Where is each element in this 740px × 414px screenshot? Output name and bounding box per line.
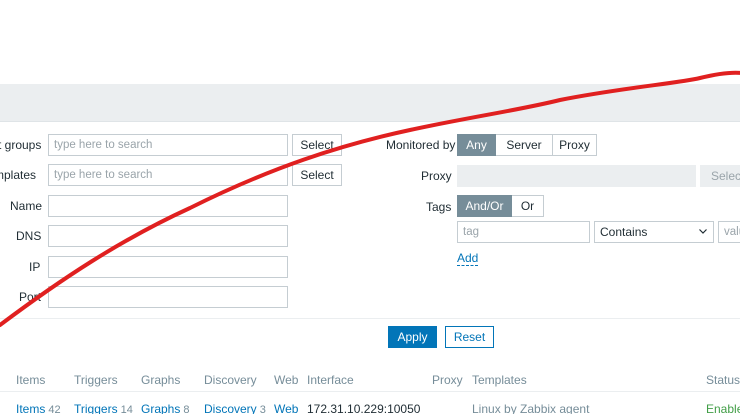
- port-label: Port: [19, 290, 42, 304]
- templates-select-button[interactable]: Select: [292, 164, 342, 186]
- tag-condition-select[interactable]: Contains: [594, 221, 714, 243]
- tags-label: Tags: [426, 200, 452, 214]
- tags-operator-toggle: And/Or Or: [457, 195, 544, 217]
- column-triggers[interactable]: Triggers: [74, 373, 118, 387]
- graphs-link-label: Graphs: [141, 402, 181, 414]
- host-groups-label: t groups: [0, 138, 42, 152]
- proxy-input: [457, 165, 696, 187]
- tags-operator-and-or[interactable]: And/Or: [457, 195, 512, 217]
- monitored-by-toggle: Any Server Proxy: [457, 134, 597, 156]
- row-template-link[interactable]: Linux by Zabbix agent: [472, 402, 589, 414]
- column-items[interactable]: Items: [16, 373, 45, 387]
- tags-operator-or[interactable]: Or: [512, 195, 544, 217]
- apply-button[interactable]: Apply: [388, 326, 437, 348]
- monitored-by-proxy[interactable]: Proxy: [553, 134, 597, 156]
- monitored-by-any[interactable]: Any: [457, 134, 496, 156]
- ip-input[interactable]: [48, 256, 288, 278]
- row-items-link[interactable]: Items 42: [16, 402, 61, 414]
- column-proxy[interactable]: Proxy: [432, 373, 463, 387]
- row-web-link[interactable]: Web: [274, 402, 298, 414]
- name-input[interactable]: [48, 195, 288, 217]
- port-input[interactable]: [48, 286, 288, 308]
- chevron-down-icon: [699, 229, 707, 234]
- row-discovery-link[interactable]: Discovery 3: [204, 402, 266, 414]
- name-label: Name: [10, 199, 43, 213]
- graphs-count: 8: [183, 404, 190, 414]
- tag-name-input[interactable]: [457, 221, 590, 243]
- triggers-count: 14: [120, 404, 133, 414]
- monitored-by-label: Monitored by: [386, 138, 456, 152]
- row-status-toggle[interactable]: Enable: [706, 402, 740, 414]
- items-count: 42: [48, 404, 61, 414]
- host-groups-select-button[interactable]: Select: [292, 134, 342, 156]
- dns-input[interactable]: [48, 225, 288, 247]
- column-interface[interactable]: Interface: [307, 373, 354, 387]
- row-interface: 172.31.10.229:10050: [307, 402, 421, 414]
- column-discovery[interactable]: Discovery: [204, 373, 257, 387]
- add-tag-link[interactable]: Add: [457, 252, 479, 266]
- proxy-select-button: Selec: [700, 165, 740, 187]
- discovery-count: 3: [259, 404, 266, 414]
- filter-divider: [0, 318, 740, 319]
- host-groups-input[interactable]: [48, 134, 288, 156]
- dns-label: DNS: [16, 229, 42, 243]
- row-triggers-link[interactable]: Triggers 14: [74, 402, 133, 414]
- discovery-link-label: Discovery: [204, 402, 257, 414]
- triggers-link-label: Triggers: [74, 402, 118, 414]
- templates-label: mplates: [0, 168, 37, 182]
- tag-value-input[interactable]: [718, 221, 740, 243]
- tag-condition-value: Contains: [600, 225, 648, 239]
- templates-input[interactable]: [48, 164, 288, 186]
- items-link-label: Items: [16, 402, 46, 414]
- column-status[interactable]: Status: [706, 373, 740, 387]
- ip-label: IP: [29, 260, 41, 274]
- column-web[interactable]: Web: [274, 373, 298, 387]
- row-graphs-link[interactable]: Graphs 8: [141, 402, 189, 414]
- filter-header-band: [0, 84, 740, 122]
- column-graphs[interactable]: Graphs: [141, 373, 180, 387]
- monitored-by-server[interactable]: Server: [496, 134, 553, 156]
- reset-button[interactable]: Reset: [445, 326, 494, 348]
- proxy-label: Proxy: [421, 169, 452, 183]
- column-templates[interactable]: Templates: [472, 373, 527, 387]
